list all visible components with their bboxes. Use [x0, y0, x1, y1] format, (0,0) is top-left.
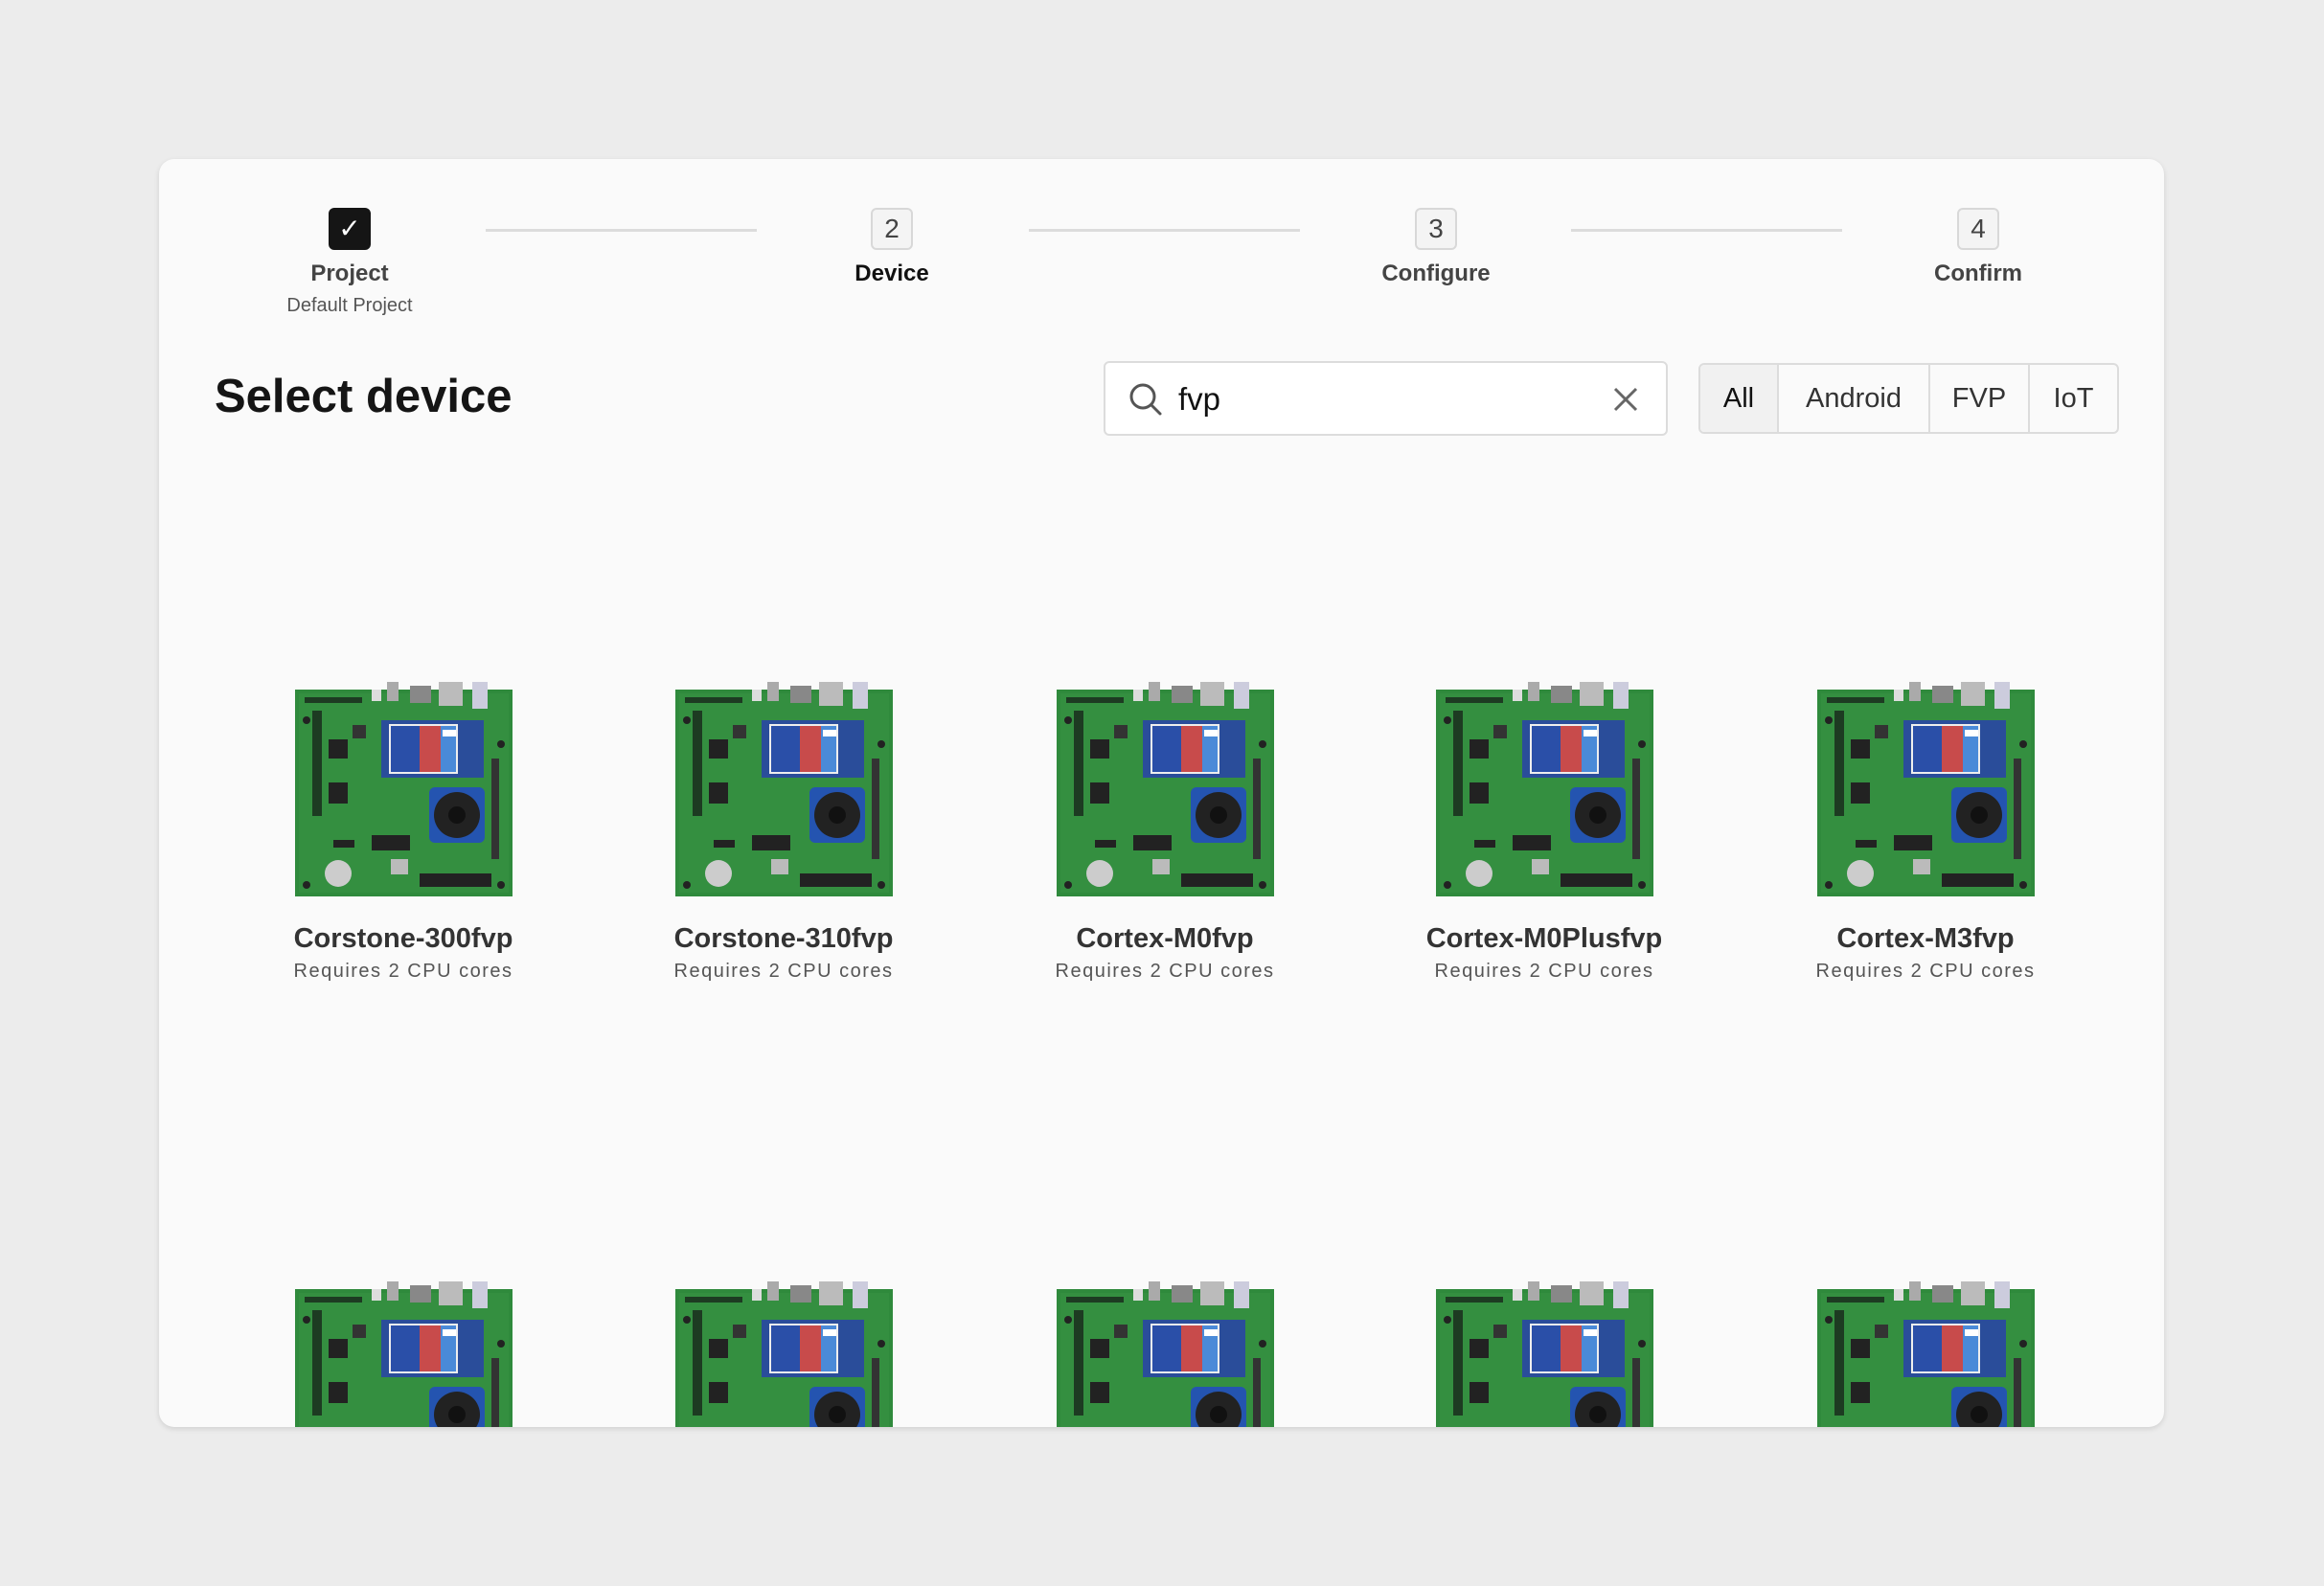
device-image	[1436, 1281, 1653, 1427]
filter-all[interactable]: All	[1700, 365, 1777, 432]
close-icon[interactable]	[1612, 386, 1639, 413]
device-tile[interactable]: Cortex-M3fvp Requires 2 CPU cores	[1753, 682, 2098, 983]
step-connector	[1029, 229, 1300, 232]
device-name: Cortex-M0fvp	[1076, 923, 1254, 954]
device-name: Corstone-310fvp	[673, 923, 894, 954]
step-configure[interactable]: 3 Configure	[1292, 208, 1580, 287]
device-tile[interactable]: Corstone-300fvp Requires 2 CPU cores	[231, 682, 576, 983]
device-image	[1817, 1281, 2035, 1427]
step-number: 4	[1957, 208, 1999, 250]
step-label: Confirm	[1934, 261, 2022, 286]
device-tile[interactable]: Cortex-M0Plusfvp Requires 2 CPU cores	[1372, 682, 1717, 983]
device-image	[295, 682, 513, 896]
search-input[interactable]	[1176, 376, 1583, 422]
filter-android[interactable]: Android	[1777, 365, 1928, 432]
device-requirement: Requires 2 CPU cores	[1055, 961, 1275, 982]
device-tile[interactable]: Corstone-310fvp Requires 2 CPU cores	[611, 682, 956, 983]
device-image	[295, 1281, 513, 1427]
device-tile[interactable]	[1372, 1281, 1717, 1427]
device-name: Corstone-300fvp	[293, 923, 513, 954]
step-sublabel: Default Project	[286, 295, 413, 316]
step-number: 3	[1415, 208, 1457, 250]
device-tile[interactable]	[611, 1281, 956, 1427]
device-tile[interactable]	[1753, 1281, 2098, 1427]
step-label: Project	[310, 261, 389, 286]
device-name: Cortex-M0Plusfvp	[1425, 923, 1663, 954]
device-requirement: Requires 2 CPU cores	[1434, 961, 1654, 982]
device-image	[1436, 682, 1653, 896]
filter-fvp[interactable]: FVP	[1928, 365, 2028, 432]
device-tile[interactable]	[231, 1281, 576, 1427]
step-device[interactable]: 2 Device	[748, 208, 1036, 287]
search-icon	[1129, 383, 1162, 416]
device-image	[1817, 682, 2035, 896]
step-connector	[486, 229, 757, 232]
device-image	[675, 682, 893, 896]
filter-iot[interactable]: IoT	[2028, 365, 2117, 432]
device-name: Cortex-M3fvp	[1836, 923, 2015, 954]
step-project[interactable]: ✓ Project Default Project	[206, 208, 493, 317]
device-image	[1057, 1281, 1274, 1427]
device-tile[interactable]: Cortex-M0fvp Requires 2 CPU cores	[992, 682, 1337, 983]
device-selection-card: ✓ Project Default Project 2 Device 3 Con…	[159, 159, 2164, 1427]
device-requirement: Requires 2 CPU cores	[293, 961, 513, 982]
device-requirement: Requires 2 CPU cores	[673, 961, 894, 982]
category-filter: All Android FVP IoT	[1698, 363, 2119, 434]
step-confirm[interactable]: 4 Confirm	[1834, 208, 2122, 287]
step-label: Device	[854, 261, 929, 286]
step-number: 2	[871, 208, 913, 250]
device-requirement: Requires 2 CPU cores	[1815, 961, 2036, 982]
check-icon: ✓	[329, 208, 371, 250]
page-title: Select device	[215, 371, 513, 422]
device-image	[675, 1281, 893, 1427]
device-tile[interactable]	[992, 1281, 1337, 1427]
device-image	[1057, 682, 1274, 896]
search-box	[1104, 361, 1668, 436]
step-label: Configure	[1381, 261, 1491, 286]
step-connector	[1571, 229, 1842, 232]
